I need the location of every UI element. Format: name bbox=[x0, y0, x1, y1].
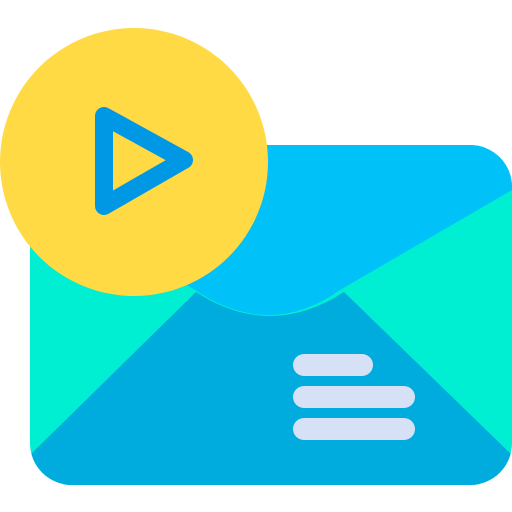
play-badge bbox=[0, 28, 268, 296]
message-line-1 bbox=[293, 354, 373, 376]
message-line-2 bbox=[293, 386, 415, 408]
icon-canvas bbox=[0, 0, 512, 512]
message-line-3 bbox=[293, 418, 415, 440]
video-mail-icon bbox=[0, 28, 512, 485]
badge-circle bbox=[0, 28, 268, 296]
